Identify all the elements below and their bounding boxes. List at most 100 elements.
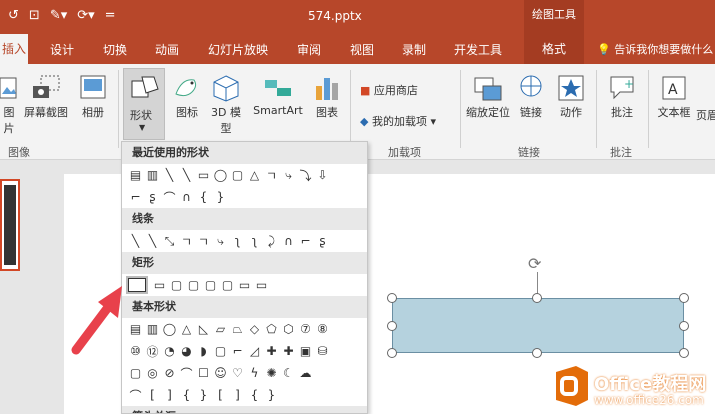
my-addins-button[interactable]: ◆ 我的加载项 ▾ [360,113,436,129]
resize-handle[interactable] [387,293,397,303]
shape-option[interactable]: ] [230,388,245,402]
3d-models-button[interactable]: 3D 模型 [206,74,246,136]
theme-icon[interactable]: ✎▾ [50,8,67,23]
shape-option[interactable]: ◯ [213,168,228,182]
tab-developer[interactable]: 开发工具 [454,41,502,58]
resize-handle[interactable] [532,348,542,358]
shape-option[interactable]: ◕ [179,344,194,358]
picture-button[interactable]: 图片 [0,74,18,136]
shape-option[interactable]: ∩ [179,190,194,204]
shape-option[interactable]: ▥ [145,168,160,182]
shape-option[interactable]: ㄱ [264,167,279,184]
shape-option[interactable]: ╲ [162,168,177,182]
shape-option[interactable]: ╲ [128,234,143,248]
shape-option[interactable]: ⑧ [315,322,330,336]
shape-option[interactable]: ⌐ [298,234,313,248]
rectangle-shape-option[interactable] [126,276,148,294]
shape-option[interactable]: ▢ [220,278,235,292]
icons-button[interactable]: 图标 [170,74,204,120]
shape-option[interactable]: ʅ [247,234,262,248]
customize-icon[interactable]: = [105,8,116,23]
comment-button[interactable]: + 批注 [604,74,640,120]
album-button[interactable]: 相册 [76,74,110,120]
tab-record[interactable]: 录制 [402,41,426,58]
shape-option[interactable]: ⛁ [315,344,330,358]
shape-option[interactable]: ▤ [128,322,143,336]
shape-option[interactable]: ◇ [247,322,262,336]
rectangle-shape[interactable] [392,298,684,353]
redo-icon[interactable]: ⟳▾ [77,8,94,23]
resize-handle[interactable] [387,321,397,331]
shape-option[interactable]: ⑫ [145,343,160,360]
header-button[interactable]: 页眉 [696,107,715,123]
shape-option[interactable]: △ [179,322,194,336]
zoom-button[interactable]: 缩放定位 [466,74,510,120]
tab-insert[interactable]: 插入 [0,34,28,64]
tab-slideshow[interactable]: 幻灯片放映 [208,41,268,58]
action-button[interactable]: 动作 [554,74,588,120]
shape-option[interactable]: ㄱ [196,233,211,250]
shape-option[interactable]: ] [162,388,177,402]
smartart-button[interactable]: SmartArt [250,74,306,117]
shape-option[interactable]: ⑩ [128,344,143,358]
shape-option[interactable]: ▢ [203,278,218,292]
shape-option[interactable]: ▥ [145,322,160,336]
undo-icon[interactable]: ↺ [8,8,19,23]
shape-option[interactable]: ⬠ [264,322,279,336]
shape-option[interactable]: ▭ [237,278,252,292]
shape-option[interactable]: ⑦ [298,322,313,336]
textbox-button[interactable]: A 文本框 [654,74,694,120]
shape-option[interactable]: ▭ [152,278,167,292]
shape-option[interactable]: ⌒ [128,387,143,404]
shape-option[interactable]: ⤡ [162,234,177,249]
tab-animations[interactable]: 动画 [155,41,179,58]
shape-option[interactable]: ⤸ [264,234,279,249]
shape-option[interactable]: ✺ [264,366,279,380]
rotate-handle-icon[interactable]: ⟳ [528,254,541,273]
shape-option[interactable]: ⬡ [281,322,296,336]
resize-handle[interactable] [387,348,397,358]
shape-option[interactable]: ⤷ [281,168,296,183]
tab-view[interactable]: 视图 [350,41,374,58]
shape-option[interactable]: } [264,388,279,402]
shape-option[interactable]: } [213,190,228,204]
store-button[interactable]: ■ 应用商店 [360,82,418,98]
shape-option[interactable]: ▢ [128,366,143,380]
slide-thumbnail[interactable] [0,179,20,271]
shape-option[interactable]: ▭ [196,168,211,182]
resize-handle[interactable] [679,348,689,358]
shape-option[interactable]: ▢ [186,278,201,292]
shape-option[interactable]: ◿ [247,344,262,358]
tab-review[interactable]: 审阅 [297,41,321,58]
shape-option[interactable]: ◗ [196,344,211,358]
shape-option[interactable]: ⌒ [162,189,177,206]
shape-option[interactable]: ⌒ [179,365,194,382]
shape-option[interactable]: ∩ [281,234,296,248]
shape-option[interactable]: ◔ [162,344,177,358]
shape-option[interactable]: [ [213,388,228,402]
shape-option[interactable]: ╲ [179,168,194,182]
shape-option[interactable]: ʂ [315,234,330,248]
shape-option[interactable]: ʂ [145,190,160,204]
shape-option[interactable]: ⇩ [315,168,330,182]
tab-format[interactable]: 格式 [524,34,584,64]
resize-handle[interactable] [679,321,689,331]
shape-option[interactable]: ✚ [281,344,296,358]
shape-option[interactable]: ⌐ [230,344,245,358]
shape-option[interactable]: ▤ [128,168,143,182]
shape-option[interactable]: ▭ [254,278,269,292]
shapes-button[interactable]: 形状 ▼ [123,68,165,140]
chart-button[interactable]: 图表 [310,74,344,120]
shape-option[interactable]: △ [247,168,262,182]
shape-option[interactable]: ◎ [145,366,160,380]
shape-option[interactable]: ◯ [162,322,177,336]
resize-handle[interactable] [679,293,689,303]
shape-option[interactable]: ▣ [298,344,313,358]
shape-option[interactable]: } [196,388,211,402]
shape-option[interactable]: ◺ [196,322,211,336]
screenshot-button[interactable]: 屏幕截图 [20,74,72,120]
shape-option[interactable]: ⏢ [230,322,245,337]
shape-option[interactable]: ▱ [213,322,228,336]
shape-option[interactable]: ㄱ [179,233,194,250]
shape-option[interactable]: ϟ [247,366,262,380]
